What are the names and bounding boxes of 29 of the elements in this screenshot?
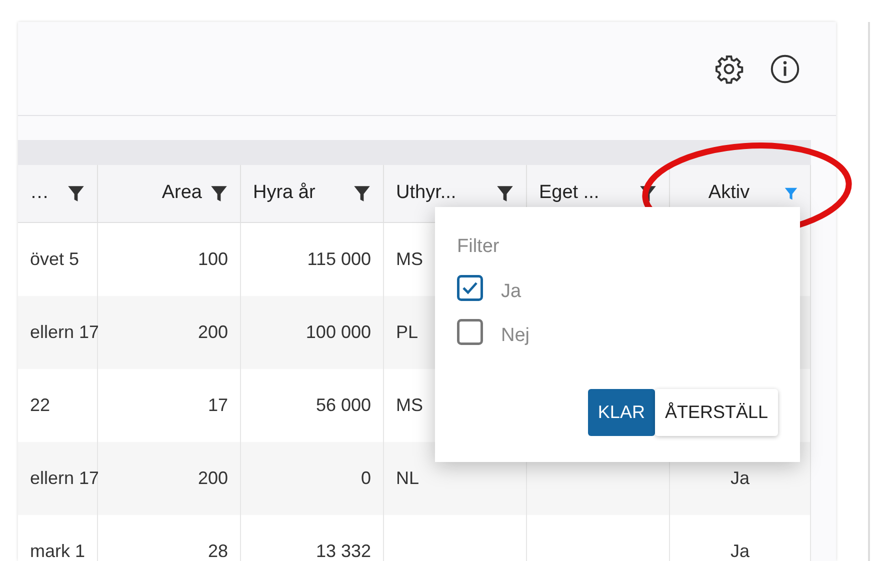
table-cell: Ja <box>670 515 811 561</box>
table-cell: 56 000 <box>241 369 384 442</box>
table-cell: 17 <box>98 369 241 442</box>
table-cell: övet 5 <box>18 223 98 296</box>
table-cell: 0 <box>241 442 384 515</box>
done-button[interactable]: KLAR <box>588 389 655 436</box>
table-cell: 200 <box>98 442 241 515</box>
filter-icon[interactable] <box>67 184 85 202</box>
option-label: Nej <box>501 324 530 348</box>
info-icon[interactable] <box>770 54 800 84</box>
table-cell: 200 <box>98 296 241 369</box>
checkbox[interactable] <box>457 274 483 300</box>
table-cell: ellern 17 <box>18 296 98 369</box>
table-cell: 22 <box>18 369 98 442</box>
table-cell: ellern 17 <box>18 442 98 515</box>
checkbox[interactable] <box>457 318 483 344</box>
column-header[interactable]: … <box>30 179 59 208</box>
table-cell: 115 000 <box>241 223 384 296</box>
table-cell: 100 000 <box>241 296 384 369</box>
filter-icon[interactable] <box>353 184 371 202</box>
table-cell: 28 <box>98 515 241 561</box>
filter-icon[interactable] <box>496 184 514 202</box>
table-cell: 13 332 <box>241 515 384 561</box>
table-cell: 100 <box>98 223 241 296</box>
table-cell: mark 1 <box>18 515 98 561</box>
filter-icon[interactable] <box>210 184 228 202</box>
filter-title: Filter <box>457 235 500 259</box>
reset-button[interactable]: ÅTERSTÄLL <box>654 389 778 436</box>
settings-icon[interactable] <box>714 54 744 84</box>
